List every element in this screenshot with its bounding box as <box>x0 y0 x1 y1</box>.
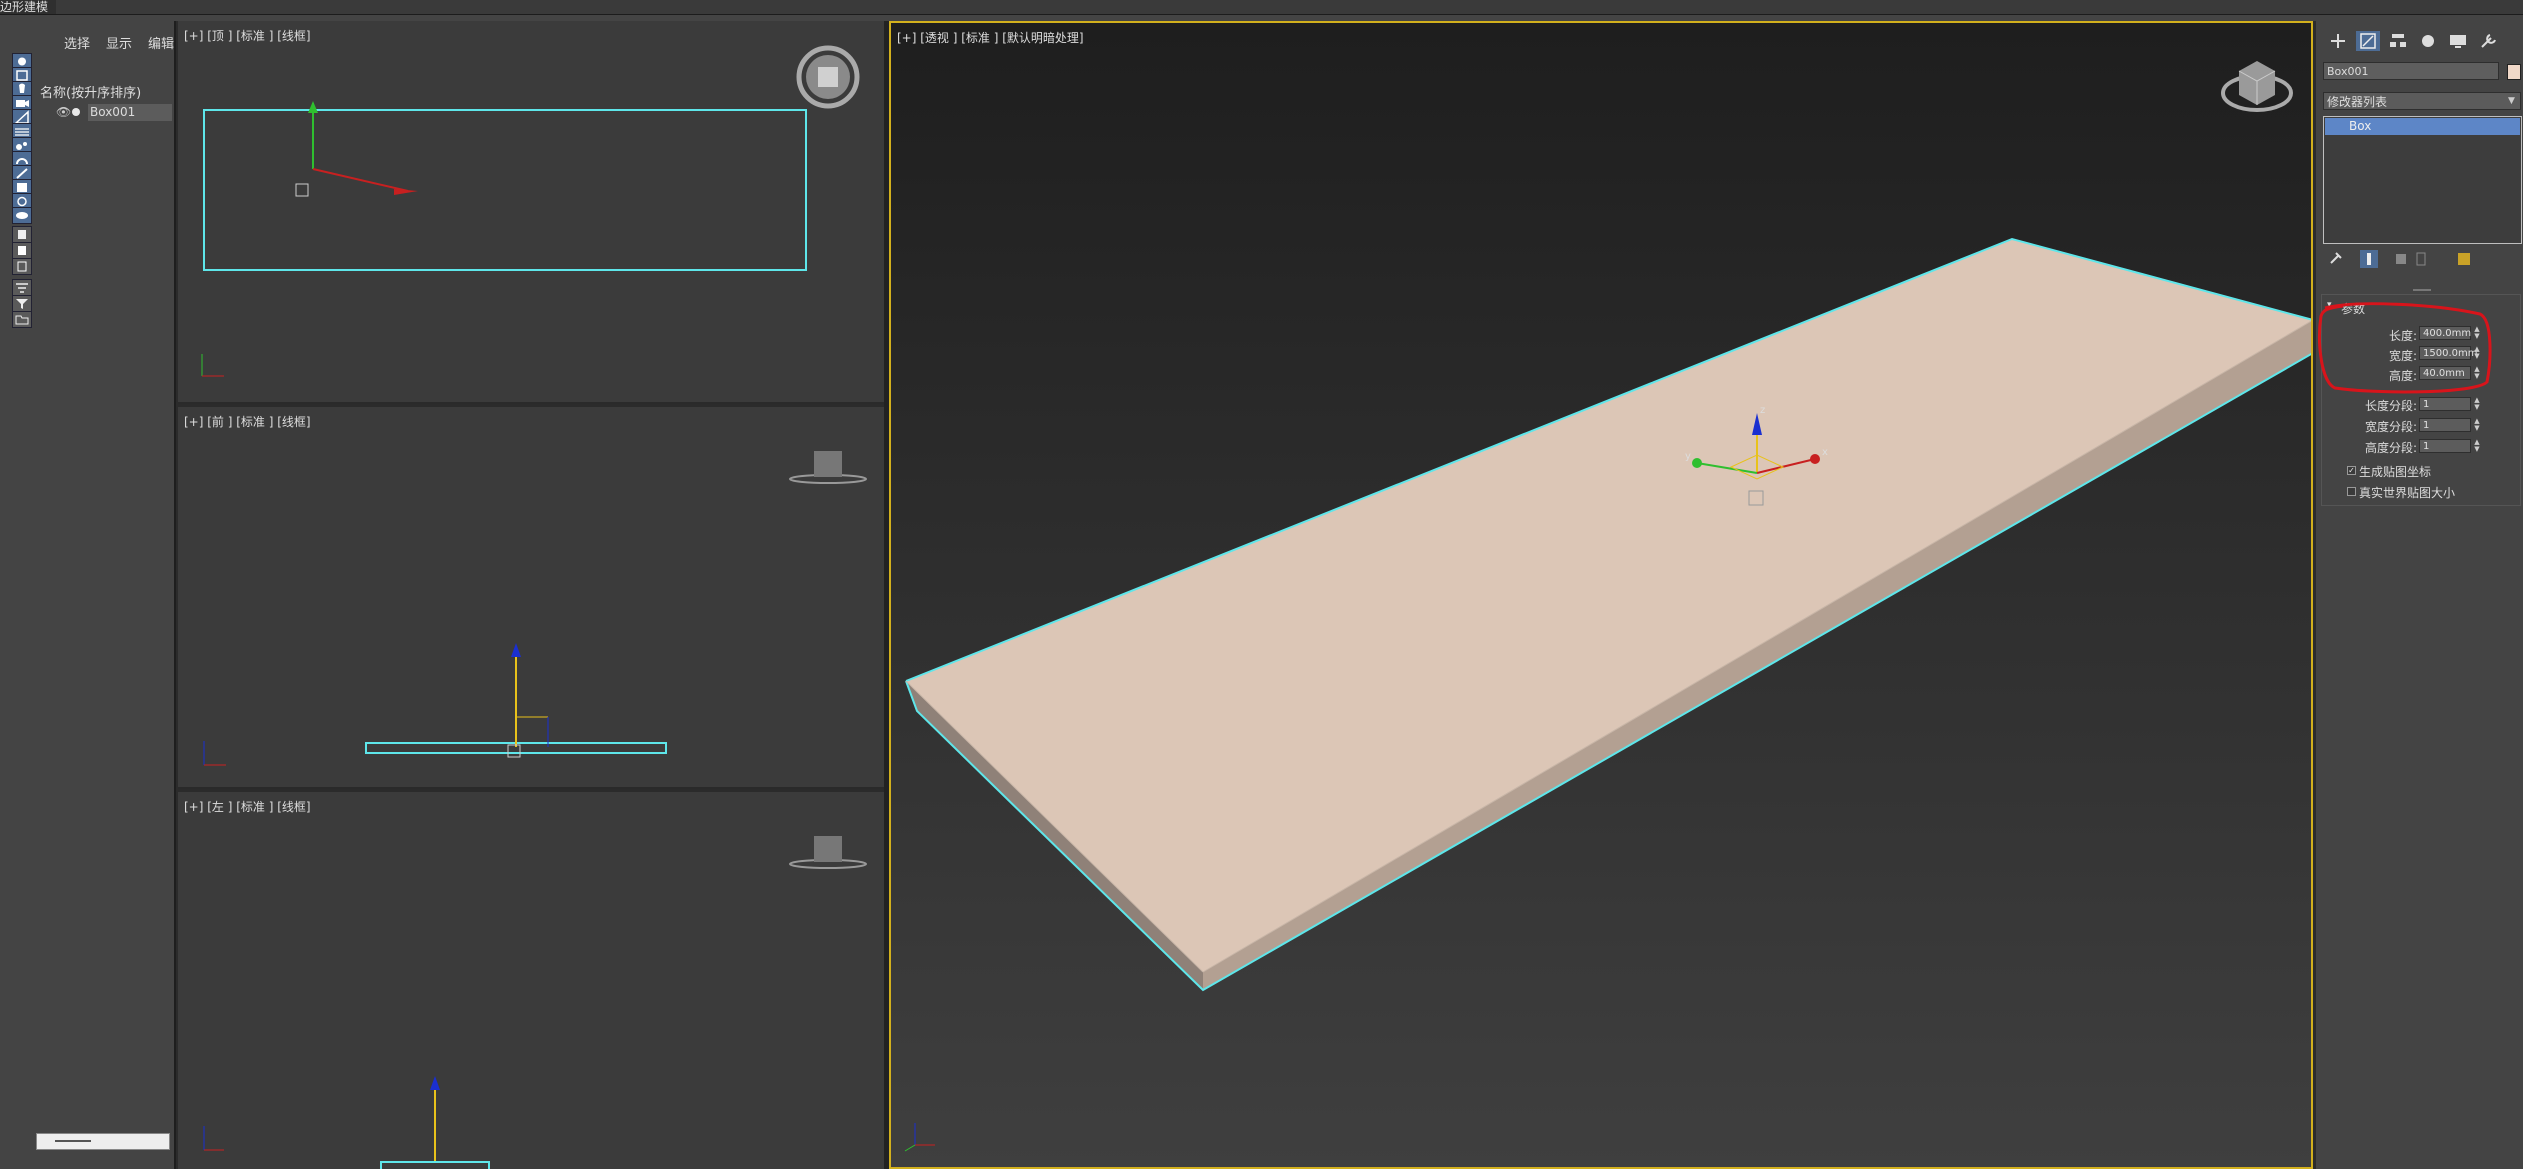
gen-mapping-coords-checkbox[interactable]: ✓ <box>2347 466 2356 475</box>
height-segs-spinner[interactable]: ▲ ▼ <box>2473 439 2481 453</box>
box-top-face <box>906 239 2311 972</box>
title-bar <box>0 0 2523 15</box>
chevron-down-icon[interactable]: ▼ <box>2508 92 2520 110</box>
viewport-perspective[interactable]: [+] [透视 ] [标准 ] [默认明暗处理] z x y <box>889 21 2313 1169</box>
real-world-map-size-checkbox[interactable] <box>2347 487 2356 496</box>
transform-gizmo-top <box>295 101 418 197</box>
gizmo-z-label: z <box>1760 405 1765 416</box>
param-label-length-segs: 长度分段: <box>2364 399 2417 413</box>
display-none-icon[interactable] <box>12 258 32 275</box>
pin-stack-icon[interactable] <box>2326 250 2344 268</box>
viewport-front[interactable]: [+] [前 ] [标准 ] [线框] <box>178 407 884 789</box>
hierarchy-tab-icon[interactable] <box>2386 31 2410 51</box>
object-name-field[interactable]: Box001 <box>2323 62 2499 80</box>
left-tool-strip <box>0 21 37 1169</box>
make-unique-icon[interactable] <box>2392 250 2410 268</box>
viewcube-perspective-icon[interactable] <box>2221 61 2293 112</box>
viewcube-front-icon[interactable] <box>789 451 867 484</box>
create-tab-icon[interactable] <box>2326 31 2350 51</box>
menu-display[interactable]: 显示 <box>106 33 132 52</box>
filter-icon[interactable] <box>12 295 32 312</box>
object-color-swatch[interactable] <box>2507 64 2521 80</box>
real-world-map-size-label[interactable]: 真实世界贴图大小 <box>2359 484 2455 501</box>
viewcube-left-icon[interactable] <box>789 836 867 869</box>
scene-explorer: 选择 显示 编辑 <box>36 21 176 1169</box>
workspace-title: 边形建模 <box>0 0 57 14</box>
configure-sets-icon[interactable] <box>2455 250 2473 268</box>
remove-modifier-icon[interactable] <box>2412 250 2430 268</box>
height-segs-field[interactable]: 1 <box>2419 439 2471 453</box>
layer-icon[interactable] <box>12 226 32 243</box>
folder-icon[interactable] <box>12 311 32 328</box>
param-label-height-segs: 高度分段: <box>2364 441 2417 455</box>
gizmo-x-label: x <box>1822 447 1828 458</box>
display-all-icon[interactable] <box>12 242 32 259</box>
viewport-left[interactable]: [+] [左 ] [标准 ] [线框] <box>178 792 884 1169</box>
motion-tab-icon[interactable] <box>2416 31 2440 51</box>
length-segs-spinner[interactable]: ▲ ▼ <box>2473 397 2481 411</box>
axis-tripod-perspective-icon <box>904 1123 935 1152</box>
axis-tripod-front-icon <box>203 741 226 766</box>
utilities-tab-icon[interactable] <box>2476 31 2500 51</box>
layer-dropdown[interactable] <box>36 1133 170 1150</box>
box-outline-top <box>203 109 807 271</box>
transform-gizmo-front <box>507 643 549 758</box>
object-dot-icon[interactable] <box>72 108 80 116</box>
length-segs-field[interactable]: 1 <box>2419 397 2471 411</box>
frozen-icon[interactable] <box>12 207 32 224</box>
scene-item-box001[interactable]: Box001 <box>88 104 172 121</box>
sort-icon[interactable] <box>12 279 32 296</box>
show-end-result-icon[interactable] <box>2360 250 2378 268</box>
menu-edit[interactable]: 编辑 <box>148 33 174 52</box>
modifier-stack[interactable] <box>2323 116 2522 244</box>
param-label-width-segs: 宽度分段: <box>2364 420 2417 434</box>
panel-separator <box>2413 289 2431 291</box>
width-segs-spinner[interactable]: ▲ ▼ <box>2473 418 2481 432</box>
explorer-column-header[interactable]: 名称(按升序排序) <box>40 82 141 101</box>
modifier-list-dropdown[interactable]: 修改器列表 <box>2323 92 2521 110</box>
stack-item-box[interactable]: Box <box>2325 118 2520 135</box>
viewport-top[interactable]: [+] [顶 ] [标准 ] [线框] <box>178 21 884 404</box>
gen-mapping-coords-label[interactable]: 生成贴图坐标 <box>2359 463 2431 480</box>
axis-tripod-left-icon <box>203 1126 224 1151</box>
gizmo-y-label: y <box>1685 451 1691 462</box>
transform-gizmo-left <box>430 1076 440 1162</box>
menu-select[interactable]: 选择 <box>64 33 90 52</box>
modify-tab-icon[interactable] <box>2356 31 2380 51</box>
red-annotation-circle <box>2318 302 2492 394</box>
width-segs-field[interactable]: 1 <box>2419 418 2471 432</box>
box-outline-left <box>380 1161 490 1169</box>
axis-tripod-top-icon <box>201 354 224 377</box>
eye-icon[interactable]: 👁 <box>56 105 71 119</box>
viewcube-top-icon[interactable] <box>796 45 860 109</box>
display-tab-icon[interactable] <box>2446 31 2470 51</box>
